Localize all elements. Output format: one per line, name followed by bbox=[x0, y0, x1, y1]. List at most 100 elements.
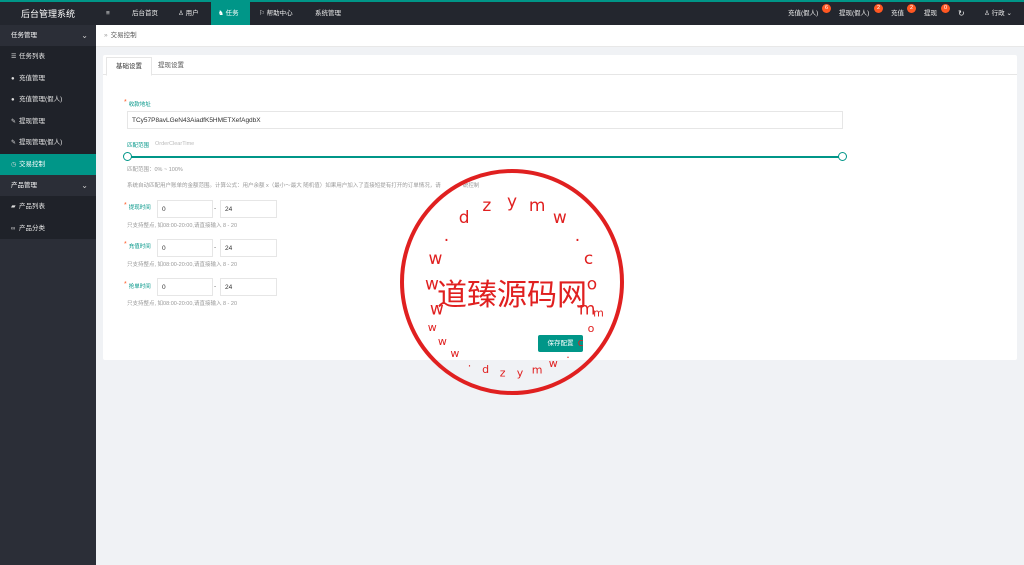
sidebar-item-withdraw-fake[interactable]: ✎ 提现管理(假人) bbox=[0, 132, 96, 154]
sidebar-item-label: 充值管理 bbox=[19, 74, 45, 82]
sidebar-item-label: 产品分类 bbox=[19, 224, 45, 232]
stamp-ring-bottom-char: d bbox=[482, 363, 489, 376]
sidebar-item-label: 提现管理(假人) bbox=[19, 139, 63, 146]
breadcrumb-separator: » bbox=[104, 32, 108, 39]
flag-icon: ⚐ bbox=[259, 10, 265, 17]
withdraw-fake-badge: 2 bbox=[874, 4, 883, 13]
topbar: ≡ 后台首页 ♙ 用户 ♞ 任务 ⚐ 帮助中心 系统管理 充值(假人) 6 提现… bbox=[96, 0, 1024, 25]
link-label: 提现(假人) bbox=[839, 10, 870, 17]
link-label: 充值 bbox=[891, 10, 904, 17]
stamp-ring-bottom-char: y bbox=[517, 367, 524, 380]
sidebar-item-label: 交易控制 bbox=[19, 160, 45, 168]
user-icon: ♙ bbox=[178, 10, 184, 17]
sidebar-item-label: 任务列表 bbox=[19, 53, 45, 60]
gavel-icon: ✎ bbox=[11, 140, 17, 146]
sidebar-item-label: 提现管理 bbox=[19, 117, 45, 125]
sidebar-group-label: 任务管理 bbox=[11, 32, 37, 39]
label-text: 提现时间 bbox=[128, 205, 151, 211]
sidebar-group-product[interactable]: 产品管理 ⌄ bbox=[0, 175, 96, 196]
withdraw-from-input[interactable] bbox=[157, 200, 213, 218]
sidebar-item-product-category[interactable]: ∞ 产品分类 bbox=[0, 218, 96, 240]
sidebar-group-task[interactable]: 任务管理 ⌄ bbox=[0, 25, 96, 46]
label-text: 抢单时间 bbox=[128, 284, 151, 290]
sidebar-item-label: 充值管理(假人) bbox=[19, 96, 63, 103]
user-name: 行政 bbox=[991, 10, 1005, 17]
address-input[interactable] bbox=[127, 111, 843, 129]
range-dash: - bbox=[214, 205, 217, 212]
range-slider-track[interactable] bbox=[127, 156, 843, 158]
withdraw-link[interactable]: 提现 bbox=[924, 2, 937, 25]
nav-system[interactable]: 系统管理 bbox=[315, 2, 341, 25]
app-title: 后台管理系统 bbox=[0, 0, 96, 25]
recharge-fake-link[interactable]: 充值(假人) bbox=[788, 2, 818, 25]
recharge-to-input[interactable] bbox=[220, 239, 277, 257]
tab-withdraw-settings[interactable]: 提现设置 bbox=[149, 57, 193, 76]
recharge-link[interactable]: 充值 bbox=[891, 2, 904, 25]
stamp-ring-bottom-char: m bbox=[532, 364, 543, 377]
order-to-input[interactable] bbox=[220, 278, 277, 296]
sidebar-item-product-list[interactable]: ▰ 产品列表 bbox=[0, 196, 96, 218]
link-icon: ∞ bbox=[11, 225, 16, 232]
sidebar-item-recharge-fake[interactable]: ● 充值管理(假人) bbox=[0, 89, 96, 111]
range-dash: - bbox=[214, 244, 217, 251]
nav-help-center[interactable]: ⚐ 帮助中心 bbox=[259, 2, 293, 25]
withdraw-time-label: * 提现时间 bbox=[124, 202, 151, 211]
range-dash: - bbox=[214, 283, 217, 290]
sidebar-item-task-list[interactable]: ☰ 任务列表 bbox=[0, 46, 96, 68]
settings-card: 基础设置 提现设置 *收款地址 匹配范围 OrderClearTime 匹配范围… bbox=[103, 55, 1017, 360]
range-slider-max-handle[interactable] bbox=[838, 152, 847, 161]
sidebar-item-label: 产品列表 bbox=[19, 203, 45, 210]
recharge-fake-badge: 6 bbox=[822, 4, 831, 13]
nav-label: 用户 bbox=[185, 10, 199, 17]
recharge-time-label: * 充值时间 bbox=[124, 241, 151, 250]
link-label: 提现 bbox=[924, 10, 937, 17]
chevron-down-icon: ⌄ bbox=[81, 181, 88, 190]
chevron-down-icon: ⌄ bbox=[1006, 10, 1012, 17]
nav-tasks[interactable]: ♞ 任务 bbox=[211, 2, 250, 25]
range-desc-tail: 统控制 bbox=[462, 183, 480, 189]
refresh-icon[interactable]: ↻ bbox=[958, 2, 965, 25]
chat-icon: ● bbox=[11, 75, 15, 82]
range-label: 匹配范围 bbox=[127, 141, 149, 149]
withdraw-badge: 0 bbox=[941, 4, 950, 13]
sidebar-item-recharge[interactable]: ● 充值管理 bbox=[0, 68, 96, 90]
withdraw-fake-link[interactable]: 提现(假人) bbox=[839, 2, 869, 25]
address-label: * 收款地址 bbox=[124, 99, 151, 108]
label-text: 匹配范围 bbox=[127, 143, 150, 149]
nav-users[interactable]: ♙ 用户 bbox=[178, 2, 199, 25]
sidebar-submenu-product: ▰ 产品列表 ∞ 产品分类 bbox=[0, 196, 96, 239]
nav-label: 帮助中心 bbox=[266, 10, 293, 17]
order-from-input[interactable] bbox=[157, 278, 213, 296]
range-slider-min-handle[interactable] bbox=[123, 152, 132, 161]
withdraw-time-hint: 只支持整点, 如08:00-20:00,请直接输入 8 - 20 bbox=[127, 223, 238, 229]
tab-bar: 基础设置 提现设置 bbox=[103, 55, 1017, 76]
menu-toggle-icon[interactable]: ≡ bbox=[106, 2, 110, 25]
list-icon: ☰ bbox=[11, 54, 17, 60]
nav-home[interactable]: 后台首页 bbox=[132, 2, 158, 25]
range-description: 系统自动匹配用户账单的金额范围。计算公式：用户余额 x（最小～最大 随机值）如果… bbox=[127, 181, 479, 189]
sidebar-item-withdraw[interactable]: ✎ 提现管理 bbox=[0, 111, 96, 133]
sidebar: 后台管理系统 任务管理 ⌄ ☰ 任务列表 ● 充值管理 ● 充值管理(假人) ✎ 提现管… bbox=[0, 0, 96, 565]
knight-icon: ♞ bbox=[218, 10, 224, 17]
recharge-from-input[interactable] bbox=[157, 239, 213, 257]
user-icon: ♙ bbox=[984, 10, 990, 17]
order-time-hint: 只支持整点, 如08:00-20:00,请直接输入 8 - 20 bbox=[127, 301, 238, 307]
order-time-label: * 抢单时间 bbox=[124, 281, 151, 290]
save-button[interactable]: 保存配置 bbox=[538, 335, 583, 352]
sidebar-item-trade-control[interactable]: ◷ 交易控制 bbox=[0, 153, 96, 175]
nav-label: 系统管理 bbox=[315, 10, 341, 17]
stamp-ring-bottom-char: z bbox=[500, 367, 506, 380]
nav-label: 任务 bbox=[225, 10, 239, 17]
tab-basic-settings[interactable]: 基础设置 bbox=[106, 57, 152, 76]
chat-icon: ● bbox=[11, 97, 15, 103]
withdraw-to-input[interactable] bbox=[220, 200, 277, 218]
user-menu[interactable]: ♙ 行政 ⌄ bbox=[984, 2, 1012, 25]
label-text: 充值时间 bbox=[128, 244, 151, 250]
gavel-icon: ✎ bbox=[11, 118, 17, 125]
label-text: 收款地址 bbox=[128, 102, 151, 108]
link-label: 充值(假人) bbox=[788, 10, 819, 17]
range-placeholder: OrderClearTime bbox=[155, 141, 195, 147]
recharge-time-hint: 只支持整点, 如08:00-20:00,请直接输入 8 - 20 bbox=[127, 262, 238, 268]
range-desc-text: 系统自动匹配用户账单的金额范围。计算公式：用户余额 x（最小～最大 随机值）如果… bbox=[127, 183, 441, 189]
cart-icon: ▰ bbox=[11, 204, 16, 210]
